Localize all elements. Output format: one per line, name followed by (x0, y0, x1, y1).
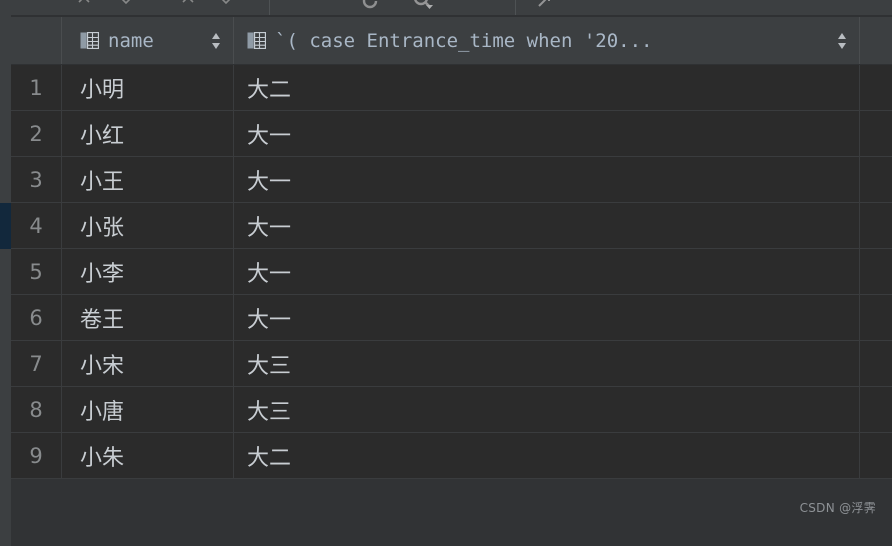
search-icon[interactable] (411, 0, 435, 14)
table-row[interactable]: 2 小红 大一 (11, 111, 892, 157)
row-number: 4 (11, 203, 62, 248)
cell-name[interactable]: 小唐 (62, 387, 234, 432)
table-row[interactable]: 7 小宋 大三 (11, 341, 892, 387)
sort-arrows-icon[interactable] (835, 30, 849, 52)
cell-filler (860, 249, 892, 294)
cell-expression[interactable]: 大二 (234, 65, 860, 110)
table-row[interactable]: 6 卷王 大一 (11, 295, 892, 341)
left-gutter (0, 17, 11, 546)
column-header-expression[interactable]: `( case Entrance_time when '20... (234, 17, 860, 64)
row-number: 6 (11, 295, 62, 340)
row-number: 8 (11, 387, 62, 432)
result-grid-window: name `( case Entrance_time when '20... 1… (0, 0, 892, 546)
row-number: 3 (11, 157, 62, 202)
cell-expression[interactable]: 大三 (234, 341, 860, 386)
column-header-name-label: name (108, 29, 154, 52)
cell-name[interactable]: 小宋 (62, 341, 234, 386)
row-number: 9 (11, 433, 62, 478)
row-number: 7 (11, 341, 62, 386)
chevron-collapse-alt-icon[interactable] (179, 0, 197, 9)
table-row[interactable]: 1 小明 大二 (11, 65, 892, 111)
table-column-icon (247, 31, 267, 50)
open-in-editor-icon[interactable] (535, 0, 553, 10)
cell-expression[interactable]: 大二 (234, 433, 860, 478)
row-number: 5 (11, 249, 62, 294)
sort-arrows-icon[interactable] (209, 30, 223, 52)
cell-expression[interactable]: 大一 (234, 249, 860, 294)
chevron-expand-alt-icon[interactable] (217, 0, 235, 9)
cell-expression[interactable]: 大一 (234, 111, 860, 156)
cell-name[interactable]: 小张 (62, 203, 234, 248)
cell-filler (860, 157, 892, 202)
cell-name[interactable]: 小明 (62, 65, 234, 110)
cell-name[interactable]: 小王 (62, 157, 234, 202)
table-row[interactable]: 8 小唐 大三 (11, 387, 892, 433)
column-header-filler (860, 17, 892, 64)
cell-filler (860, 387, 892, 432)
table-column-icon (80, 31, 100, 50)
cell-filler (860, 295, 892, 340)
cell-filler (860, 111, 892, 156)
selected-row-marker (0, 203, 11, 249)
cell-expression[interactable]: 大一 (234, 157, 860, 202)
table-row[interactable]: 9 小朱 大二 (11, 433, 892, 479)
cell-name[interactable]: 小朱 (62, 433, 234, 478)
cell-expression[interactable]: 大三 (234, 387, 860, 432)
table-row[interactable]: 3 小王 大一 (11, 157, 892, 203)
refresh-icon[interactable] (359, 0, 381, 12)
grid-body: 1 小明 大二 2 小红 大一 3 小王 大一 4 小张 大一 5 小李 大一 … (11, 65, 892, 479)
chevron-expand-icon[interactable] (117, 0, 135, 9)
result-grid: name `( case Entrance_time when '20... 1… (11, 17, 892, 532)
table-row[interactable]: 5 小李 大一 (11, 249, 892, 295)
row-number-column-header[interactable] (11, 17, 62, 64)
chevron-collapse-icon[interactable] (75, 0, 93, 9)
grid-header-row: name `( case Entrance_time when '20... (11, 17, 892, 65)
column-header-name[interactable]: name (62, 17, 234, 64)
minimize-icon[interactable] (463, 0, 481, 9)
cell-filler (860, 341, 892, 386)
results-toolbar (0, 0, 892, 17)
bottom-strip (0, 532, 892, 546)
cell-expression[interactable]: 大一 (234, 203, 860, 248)
cell-filler (860, 65, 892, 110)
watermark-text: CSDN @浮霁 (799, 501, 876, 515)
column-header-expression-label: `( case Entrance_time when '20... (275, 29, 653, 52)
bottom-gutter (0, 532, 11, 546)
cell-name[interactable]: 小李 (62, 249, 234, 294)
cell-name[interactable]: 小红 (62, 111, 234, 156)
cell-expression[interactable]: 大一 (234, 295, 860, 340)
row-number: 2 (11, 111, 62, 156)
row-number: 1 (11, 65, 62, 110)
cell-filler (860, 433, 892, 478)
table-row[interactable]: 4 小张 大一 (11, 203, 892, 249)
cell-filler (860, 203, 892, 248)
cell-name[interactable]: 卷王 (62, 295, 234, 340)
